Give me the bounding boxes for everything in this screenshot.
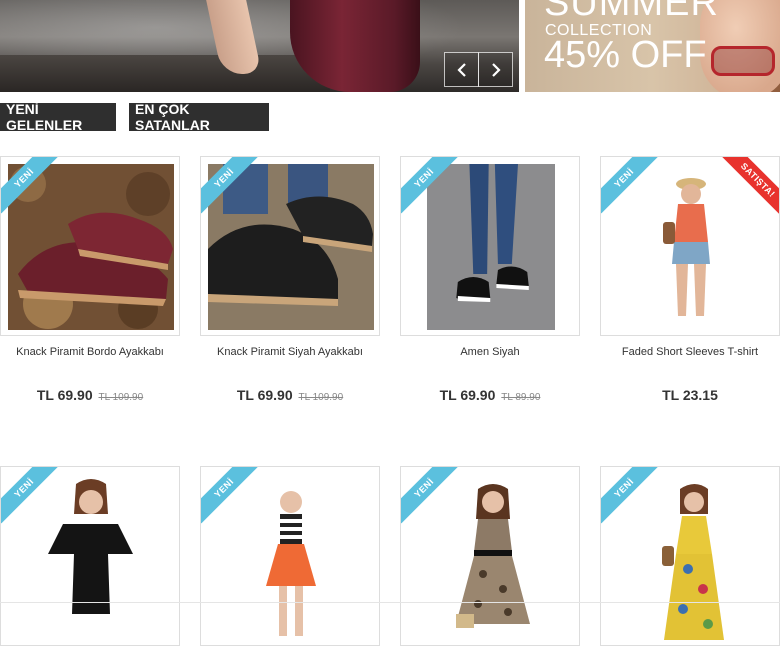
product-photo-amen-siyah xyxy=(427,164,555,330)
product-photo-tshirt-model xyxy=(608,164,774,330)
product-image-frame[interactable]: YENİ xyxy=(0,466,180,646)
hero-banner-left[interactable] xyxy=(0,0,519,92)
sunglasses-image xyxy=(711,46,775,76)
product-image-frame[interactable]: YENİ SATIŞTA! xyxy=(600,156,780,336)
slider-prev-button[interactable] xyxy=(444,52,479,87)
old-price: TL 89.90 xyxy=(501,392,541,403)
chevron-left-icon xyxy=(456,62,466,77)
product-name[interactable]: Faded Short Sleeves T-shirt xyxy=(600,346,780,358)
tab-best-sellers[interactable]: EN ÇOK SATANLAR xyxy=(129,101,269,133)
product-photo-black-blouse xyxy=(8,474,174,640)
product-name[interactable]: Knack Piramit Siyah Ayakkabı xyxy=(200,346,380,358)
product-image-frame[interactable]: YENİ xyxy=(0,156,180,336)
product-tabs: YENİ GELENLER EN ÇOK SATANLAR xyxy=(0,101,269,133)
old-price: TL 109.90 xyxy=(98,392,144,403)
old-price: TL 109.90 xyxy=(298,392,344,403)
promo-offer: 45% OFF xyxy=(544,34,707,76)
slider-next-button[interactable] xyxy=(478,52,513,87)
promo-banner-summer[interactable]: SUMMER COLLECTION 45% OFF xyxy=(525,0,780,92)
product-image-frame[interactable]: YENİ xyxy=(400,156,580,336)
divider xyxy=(0,602,780,603)
product-photo-striped-dress xyxy=(208,474,374,640)
product-price: TL 69.90 TL 109.90 xyxy=(200,387,380,403)
product-price: TL 69.90 TL 109.90 xyxy=(0,387,180,403)
current-price: TL 69.90 xyxy=(439,387,496,403)
chevron-right-icon xyxy=(491,62,501,77)
product-price: TL 69.90 TL 89.90 xyxy=(400,387,580,403)
product-image-frame[interactable]: YENİ xyxy=(200,466,380,646)
product-name[interactable]: Knack Piramit Bordo Ayakkabı xyxy=(0,346,180,358)
product-image-frame[interactable]: YENİ xyxy=(600,466,780,646)
product-image-frame[interactable]: YENİ xyxy=(400,466,580,646)
tab-new-arrivals[interactable]: YENİ GELENLER xyxy=(0,101,116,133)
current-price: TL 69.90 xyxy=(36,387,93,403)
banner-bench xyxy=(0,55,330,92)
product-image-frame[interactable]: YENİ xyxy=(200,156,380,336)
product-photo-printed-dress xyxy=(408,474,574,640)
current-price: TL 69.90 xyxy=(236,387,293,403)
promo-title: SUMMER xyxy=(544,0,719,24)
product-price: TL 23.15 xyxy=(600,387,780,403)
product-name[interactable]: Amen Siyah xyxy=(400,346,580,358)
product-photo-shoes-bordo xyxy=(8,164,174,330)
product-photo-shoes-black xyxy=(208,164,374,330)
product-photo-maxi-dress xyxy=(608,474,774,640)
current-price: TL 23.15 xyxy=(662,387,718,403)
